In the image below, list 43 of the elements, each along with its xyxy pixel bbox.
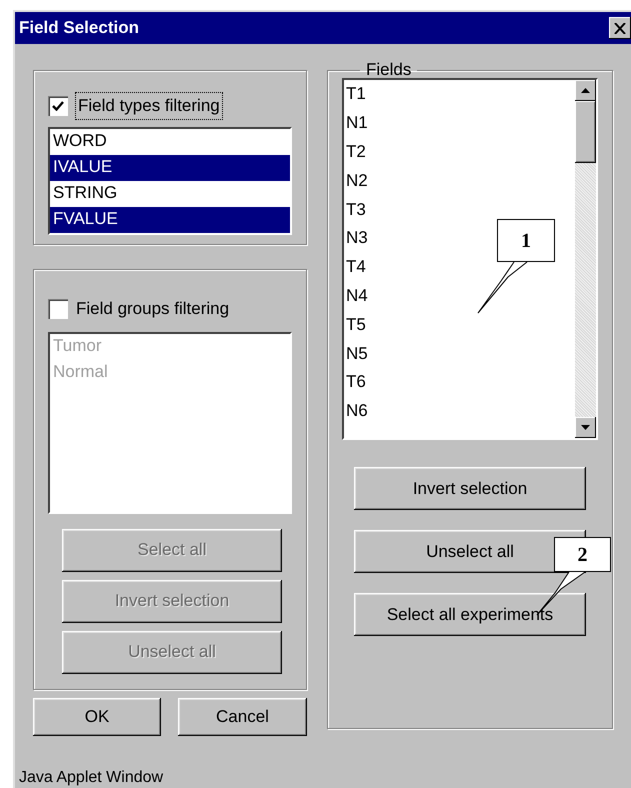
group-title: Fields	[365, 60, 412, 80]
cancel-button[interactable]: Cancel	[178, 698, 307, 736]
up-arrow-icon	[581, 88, 590, 94]
ok-button[interactable]: OK	[33, 698, 161, 736]
close-button[interactable]	[609, 17, 631, 39]
close-icon	[614, 22, 626, 34]
scroll-up-button[interactable]	[575, 80, 596, 102]
list-item[interactable]: N5	[344, 340, 370, 368]
list-item[interactable]: N6	[344, 397, 370, 426]
push-button: Unselect all	[62, 630, 282, 674]
push-button: Invert selection	[62, 580, 282, 622]
list-item: Normal	[52, 360, 109, 382]
list-item[interactable]: N3	[344, 224, 370, 254]
scroll-thumb[interactable]	[575, 101, 596, 164]
list-item[interactable]: T2	[344, 138, 368, 167]
list-item[interactable]: WORD	[50, 128, 290, 154]
status-text: Java Applet Window	[19, 768, 164, 788]
list-item[interactable]: N1	[344, 109, 370, 138]
push-button[interactable]: Invert selection	[354, 467, 586, 510]
window-title: Field Selection	[19, 17, 139, 40]
list-item[interactable]: T4	[344, 253, 368, 282]
list-item[interactable]: FVALUE	[50, 206, 290, 232]
check-icon	[52, 100, 64, 111]
list-item: Tumor	[52, 334, 102, 356]
callout-label: 1	[497, 219, 555, 262]
callout-pointer	[478, 262, 528, 314]
checkbox-label[interactable]: Field types filtering	[76, 93, 222, 118]
list-item[interactable]: T6	[344, 368, 368, 398]
list-item[interactable]: T3	[344, 196, 368, 224]
list-item[interactable]: T1	[344, 80, 368, 110]
list-item[interactable]: STRING	[50, 180, 290, 206]
list-item[interactable]: IVALUE	[50, 154, 290, 180]
list-box[interactable]: WORD IVALUE STRING FVALUE	[48, 126, 292, 234]
push-button: Select all	[62, 528, 282, 572]
checkbox[interactable]	[48, 96, 68, 116]
callout-label: 2	[554, 537, 611, 572]
list-item[interactable]: N2	[344, 166, 370, 196]
list-item[interactable]: N4	[344, 282, 370, 311]
push-button[interactable]: Select all experiments	[354, 593, 586, 636]
down-arrow-icon	[581, 425, 590, 430]
scrollbar[interactable]	[575, 80, 596, 438]
scroll-down-button[interactable]	[575, 417, 596, 438]
list-item[interactable]: T5	[344, 310, 368, 340]
